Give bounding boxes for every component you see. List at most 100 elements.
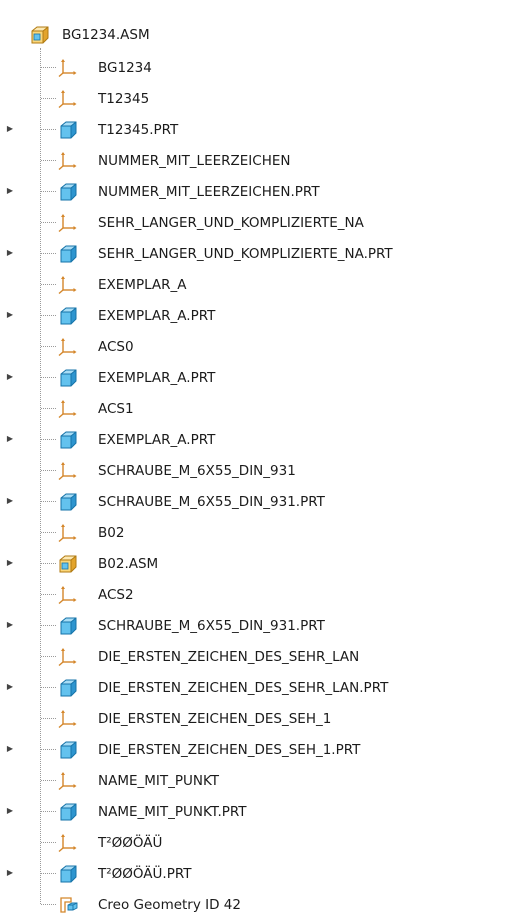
tree-item-label: Creo Geometry ID 42 (98, 897, 241, 913)
coordinate-system-icon (58, 89, 78, 109)
tree-item-label: ACS2 (98, 587, 134, 603)
tree-item[interactable]: ACS0 (0, 331, 508, 362)
expand-arrow-icon[interactable]: ▶ (4, 122, 16, 136)
tree-item-label: BG1234 (98, 60, 152, 76)
expand-arrow-icon[interactable]: ▶ (4, 246, 16, 260)
tree-item-label: SEHR_LANGER_UND_KOMPLIZIERTE_NA (98, 215, 364, 231)
tree-item[interactable]: ▶ DIE_ERSTEN_ZEICHEN_DES_SEH_1.PRT (0, 734, 508, 765)
part-icon (58, 678, 78, 698)
tree-item[interactable]: T²ØØÖÄÜ (0, 827, 508, 858)
coordinate-system-icon (58, 275, 78, 295)
part-icon (58, 430, 78, 450)
tree-item-label: EXEMPLAR_A.PRT (98, 370, 216, 386)
tree-item-label: SCHRAUBE_M_6X55_DIN_931.PRT (98, 494, 325, 510)
tree-item-label: EXEMPLAR_A.PRT (98, 308, 216, 324)
tree-item[interactable]: EXEMPLAR_A (0, 269, 508, 300)
coordinate-system-icon (58, 585, 78, 605)
geometry-feature-icon (58, 895, 78, 915)
tree-connector-branch (41, 439, 56, 440)
tree-item[interactable]: DIE_ERSTEN_ZEICHEN_DES_SEHR_LAN (0, 641, 508, 672)
tree-item-label: SEHR_LANGER_UND_KOMPLIZIERTE_NA.PRT (98, 246, 393, 262)
tree-item-label: NUMMER_MIT_LEERZEICHEN (98, 153, 291, 169)
tree-connector-branch (41, 408, 56, 409)
tree-item[interactable]: NUMMER_MIT_LEERZEICHEN (0, 145, 508, 176)
assembly-icon (30, 25, 50, 45)
expand-arrow-icon[interactable]: ▶ (4, 432, 16, 446)
tree-item[interactable]: ▶ EXEMPLAR_A.PRT (0, 362, 508, 393)
assembly-icon (58, 554, 78, 574)
expand-arrow-icon[interactable]: ▶ (4, 618, 16, 632)
tree-connector-branch (41, 594, 56, 595)
tree-item-label: T²ØØÖÄÜ.PRT (98, 866, 192, 882)
tree-item-label: NAME_MIT_PUNKT (98, 773, 220, 789)
tree-item[interactable]: B02 (0, 517, 508, 548)
tree-item[interactable]: SCHRAUBE_M_6X55_DIN_931 (0, 455, 508, 486)
tree-item-label: T12345.PRT (98, 122, 179, 138)
tree-connector-branch (41, 377, 56, 378)
expand-arrow-icon[interactable]: ▶ (4, 494, 16, 508)
tree-item[interactable]: ▶ T²ØØÖÄÜ.PRT (0, 858, 508, 889)
tree-connector-branch (41, 904, 56, 905)
tree-root-item[interactable]: BG1234.ASM (0, 21, 508, 52)
tree-item-label: NAME_MIT_PUNKT.PRT (98, 804, 247, 820)
part-icon (58, 802, 78, 822)
tree-item-label: SCHRAUBE_M_6X55_DIN_931.PRT (98, 618, 325, 634)
tree-item-label: NUMMER_MIT_LEERZEICHEN.PRT (98, 184, 320, 200)
tree-item[interactable]: ▶ SCHRAUBE_M_6X55_DIN_931.PRT (0, 610, 508, 641)
tree-connector-branch (41, 346, 56, 347)
expand-arrow-icon[interactable]: ▶ (4, 370, 16, 384)
tree-item[interactable]: DIE_ERSTEN_ZEICHEN_DES_SEH_1 (0, 703, 508, 734)
tree-item-label: B02.ASM (98, 556, 159, 572)
tree-item-label: DIE_ERSTEN_ZEICHEN_DES_SEHR_LAN.PRT (98, 680, 389, 696)
tree-item[interactable]: ▶ EXEMPLAR_A.PRT (0, 300, 508, 331)
tree-item[interactable]: ▶ B02.ASM (0, 548, 508, 579)
tree-item[interactable]: ▶ NUMMER_MIT_LEERZEICHEN.PRT (0, 176, 508, 207)
tree-item-label: DIE_ERSTEN_ZEICHEN_DES_SEH_1 (98, 711, 332, 727)
tree-connector-branch (41, 811, 56, 812)
coordinate-system-icon (58, 523, 78, 543)
tree-item[interactable]: Creo Geometry ID 42 (0, 889, 508, 920)
tree-connector-branch (41, 284, 56, 285)
tree-item-label: ACS1 (98, 401, 134, 417)
expand-arrow-icon[interactable]: ▶ (4, 680, 16, 694)
model-tree: BG1234.ASM BG1234 T12345 ▶ T12345.PRT NUMMER_… (0, 0, 508, 923)
tree-connector-branch (41, 780, 56, 781)
tree-item[interactable]: ACS2 (0, 579, 508, 610)
tree-item-label: EXEMPLAR_A (98, 277, 187, 293)
tree-connector-branch (41, 470, 56, 471)
tree-item[interactable]: T12345 (0, 83, 508, 114)
coordinate-system-icon (58, 709, 78, 729)
part-icon (58, 740, 78, 760)
coordinate-system-icon (58, 399, 78, 419)
tree-item[interactable]: ▶ SCHRAUBE_M_6X55_DIN_931.PRT (0, 486, 508, 517)
tree-connector-branch (41, 842, 56, 843)
tree-item[interactable]: ▶ SEHR_LANGER_UND_KOMPLIZIERTE_NA.PRT (0, 238, 508, 269)
tree-item[interactable]: ▶ NAME_MIT_PUNKT.PRT (0, 796, 508, 827)
tree-item[interactable]: ACS1 (0, 393, 508, 424)
tree-item-label: DIE_ERSTEN_ZEICHEN_DES_SEH_1.PRT (98, 742, 361, 758)
part-icon (58, 182, 78, 202)
tree-item[interactable]: ▶ DIE_ERSTEN_ZEICHEN_DES_SEHR_LAN.PRT (0, 672, 508, 703)
expand-arrow-icon[interactable]: ▶ (4, 184, 16, 198)
tree-connector-branch (41, 718, 56, 719)
tree-item[interactable]: ▶ EXEMPLAR_A.PRT (0, 424, 508, 455)
tree-item[interactable]: NAME_MIT_PUNKT (0, 765, 508, 796)
tree-connector-branch (41, 749, 56, 750)
tree-item[interactable]: ▶ T12345.PRT (0, 114, 508, 145)
expand-arrow-icon[interactable]: ▶ (4, 742, 16, 756)
part-icon (58, 368, 78, 388)
tree-item[interactable]: SEHR_LANGER_UND_KOMPLIZIERTE_NA (0, 207, 508, 238)
expand-arrow-icon[interactable]: ▶ (4, 804, 16, 818)
expand-arrow-icon[interactable]: ▶ (4, 308, 16, 322)
expand-arrow-icon[interactable]: ▶ (4, 866, 16, 880)
tree-connector-branch (41, 129, 56, 130)
tree-item[interactable]: BG1234 (0, 52, 508, 83)
part-icon (58, 864, 78, 884)
tree-item-label: T²ØØÖÄÜ (98, 835, 163, 851)
tree-connector-branch (41, 67, 56, 68)
coordinate-system-icon (58, 771, 78, 791)
expand-arrow-icon[interactable]: ▶ (4, 556, 16, 570)
tree-item-label: B02 (98, 525, 125, 541)
tree-connector-branch (41, 656, 56, 657)
part-icon (58, 120, 78, 140)
